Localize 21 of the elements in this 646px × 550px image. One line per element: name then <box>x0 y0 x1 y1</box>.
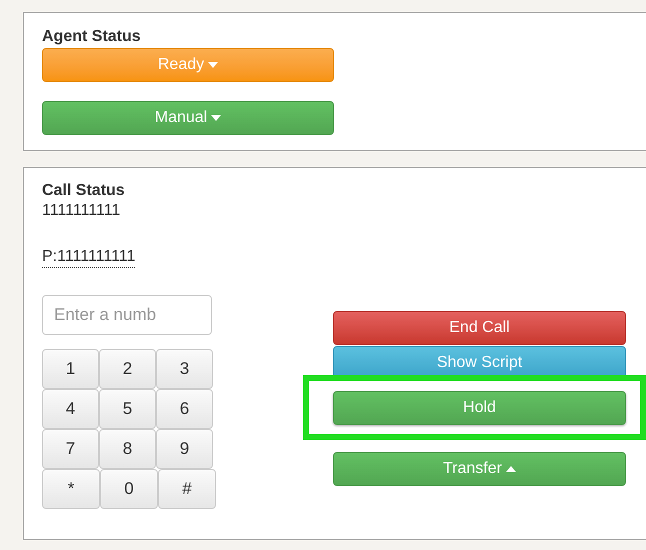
keypad-key[interactable]: 9 <box>156 429 213 469</box>
keypad-key[interactable]: # <box>158 469 216 509</box>
caret-icon <box>506 466 516 472</box>
caret-icon <box>208 62 218 68</box>
caller-number: 1111111111 <box>42 201 120 221</box>
action-button[interactable]: End Call <box>333 311 626 345</box>
panel-title: Agent Status <box>42 27 142 47</box>
number-field[interactable]: Enter a numb <box>42 295 212 335</box>
keypad-key[interactable]: 1 <box>42 349 99 389</box>
keypad-key[interactable]: 4 <box>42 389 99 429</box>
keypad-key[interactable]: 5 <box>99 389 156 429</box>
caret-icon <box>211 115 222 121</box>
keypad-key[interactable]: 8 <box>99 429 156 469</box>
keypad-key[interactable]: * <box>42 469 100 509</box>
phone-number: P:1111111111 <box>42 247 136 268</box>
keypad-key[interactable]: 3 <box>156 349 213 389</box>
keypad-key[interactable]: 6 <box>156 389 213 429</box>
keypad-key[interactable]: 0 <box>100 469 158 509</box>
keypad-key[interactable]: 2 <box>99 349 156 389</box>
keypad-key[interactable]: 7 <box>42 429 99 469</box>
panel-title: Call Status <box>42 181 125 201</box>
